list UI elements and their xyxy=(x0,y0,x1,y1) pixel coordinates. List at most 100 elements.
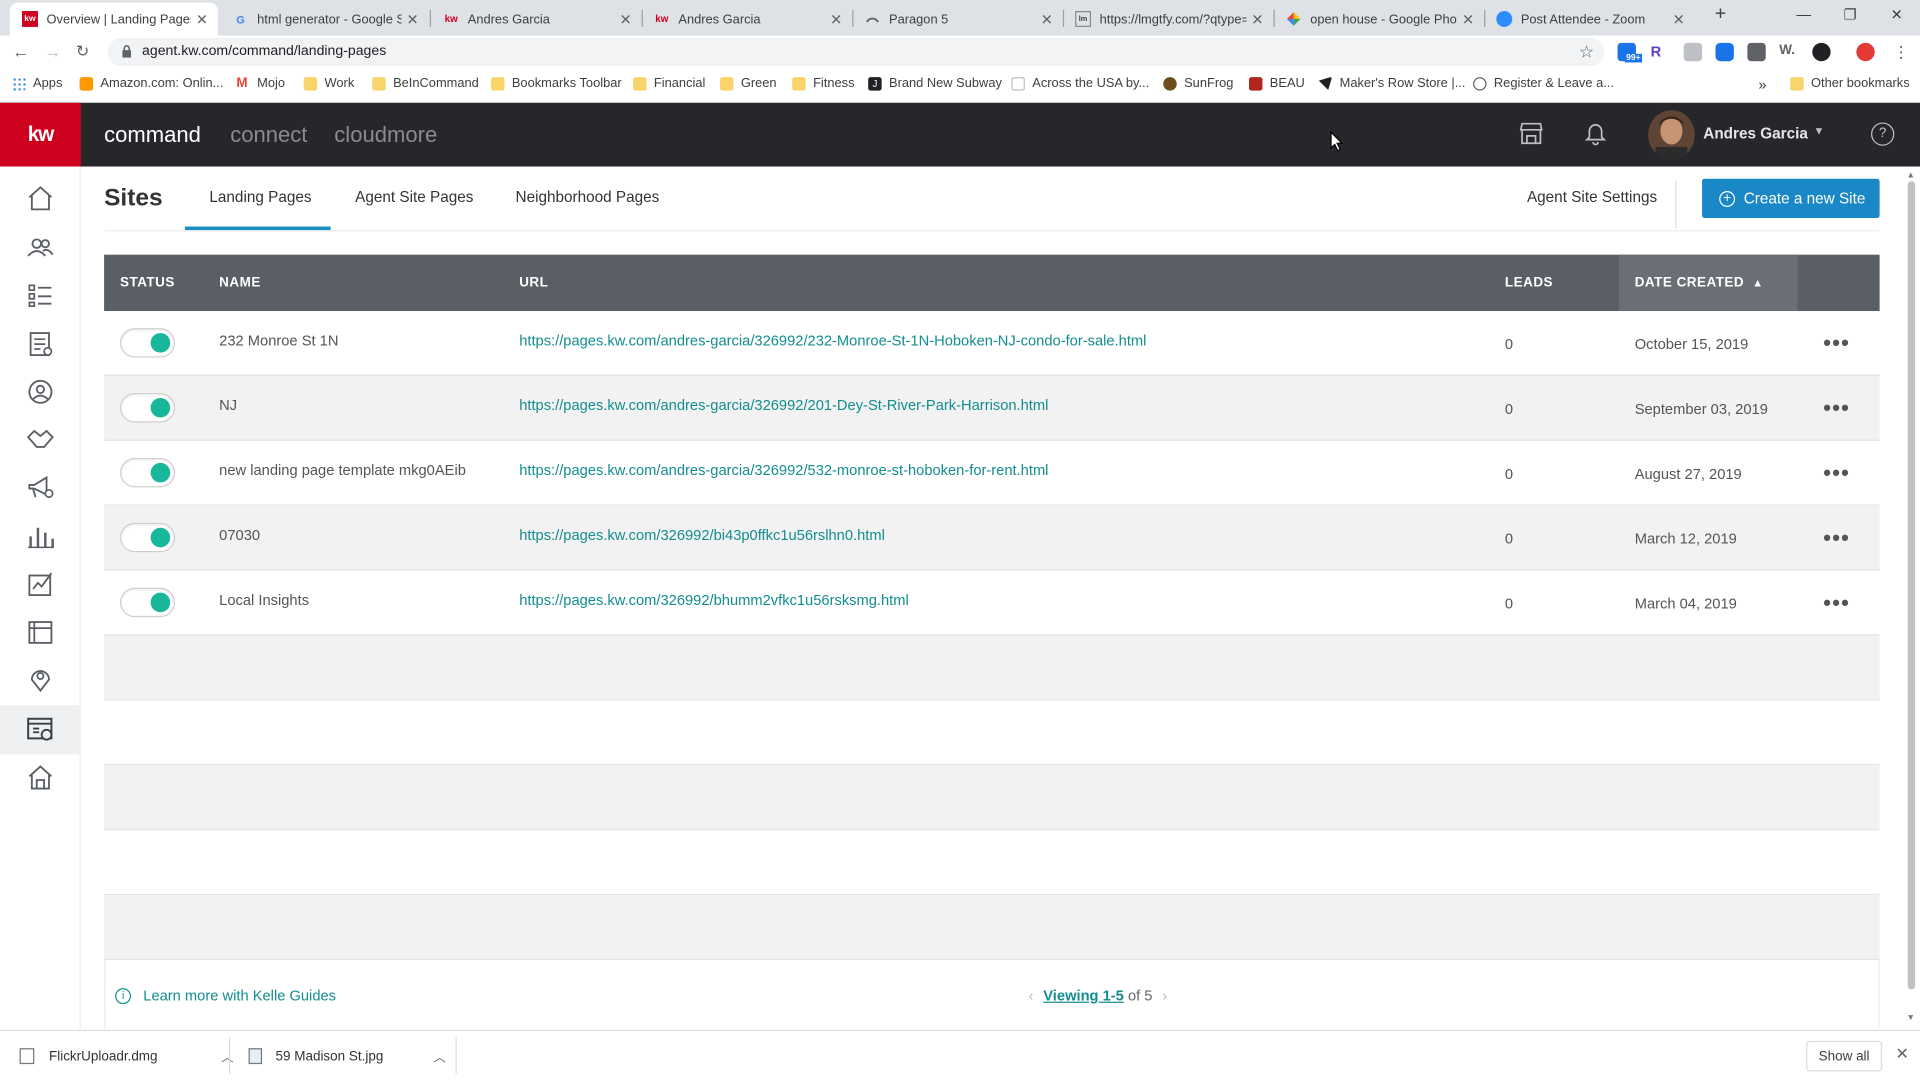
extension-icon[interactable] xyxy=(1812,42,1831,62)
close-tab-icon[interactable]: ✕ xyxy=(615,10,637,27)
sites-icon[interactable] xyxy=(26,715,55,744)
close-tab-icon[interactable]: ✕ xyxy=(1457,10,1479,27)
agent-profile-icon[interactable] xyxy=(26,377,55,406)
next-page-icon[interactable]: › xyxy=(1162,987,1167,1004)
browser-tab[interactable]: Paragon 5 ✕ xyxy=(852,2,1063,35)
row-menu-icon[interactable]: ••• xyxy=(1823,331,1850,357)
row-url-link[interactable]: https://pages.kw.com/andres-garcia/32699… xyxy=(519,332,1146,349)
bookmark-star-icon[interactable]: ☆ xyxy=(1579,38,1594,66)
close-tab-icon[interactable]: ✕ xyxy=(825,10,847,27)
download-item[interactable]: FlickrUploadr.dmg ︿ xyxy=(19,1047,234,1065)
browser-menu-icon[interactable]: ⋮ xyxy=(1893,43,1909,63)
bookmark-item[interactable]: J Brand New Subway xyxy=(868,76,1002,91)
browser-tab[interactable]: open house - Google Photo ✕ xyxy=(1273,2,1484,35)
map-pin-icon[interactable] xyxy=(26,665,55,694)
nav-command[interactable]: command xyxy=(104,122,201,148)
user-name[interactable]: Andres Garcia xyxy=(1703,125,1808,142)
forward-arrow-icon[interactable]: → xyxy=(44,42,61,62)
scrollbar-thumb[interactable] xyxy=(1907,181,1916,990)
row-url-link[interactable]: https://pages.kw.com/andres-garcia/32699… xyxy=(519,462,1048,479)
extension-icon[interactable] xyxy=(1715,42,1734,62)
w-extension-icon[interactable]: W. xyxy=(1779,43,1797,61)
status-toggle[interactable] xyxy=(120,393,176,423)
browser-tab[interactable]: kw Andres Garcia ✕ xyxy=(642,2,853,35)
row-menu-icon[interactable]: ••• xyxy=(1823,460,1850,486)
sort-ascending-icon[interactable]: ▲ xyxy=(1752,277,1763,289)
browser-tab[interactable]: lm https://lmgtfy.com/?qtype= ✕ xyxy=(1063,2,1274,35)
table-row[interactable]: new landing page template mkg0AEib https… xyxy=(104,441,1880,506)
bookmark-folder[interactable]: Bookmarks Toolbar xyxy=(491,76,622,91)
tab-landing-pages[interactable]: Landing Pages xyxy=(209,189,311,206)
column-header-name[interactable]: NAME xyxy=(219,276,261,291)
contacts-icon[interactable] xyxy=(26,233,55,262)
close-downloads-icon[interactable]: ✕ xyxy=(1896,1044,1909,1064)
bookmark-item[interactable]: BEAU xyxy=(1248,76,1305,91)
other-bookmarks-folder[interactable]: Other bookmarks xyxy=(1790,76,1910,91)
maximize-window-button[interactable]: ❐ xyxy=(1832,6,1869,23)
bookmark-item[interactable]: Amazon.com: Onlin... xyxy=(79,76,223,91)
bookmark-apps[interactable]: Apps xyxy=(12,76,62,91)
tasks-icon[interactable] xyxy=(26,280,55,309)
learn-more-link[interactable]: i Learn more with Kelle Guides xyxy=(115,987,336,1004)
column-header-url[interactable]: URL xyxy=(519,276,548,291)
status-toggle[interactable] xyxy=(120,328,176,358)
chevron-up-icon[interactable]: ︿ xyxy=(434,1047,446,1065)
scroll-up-icon[interactable]: ▲ xyxy=(1907,171,1915,180)
bookmark-item[interactable]: Across the USA by... xyxy=(1011,76,1149,91)
download-item[interactable]: 59 Madison St.jpg ︿ xyxy=(248,1047,446,1065)
chevron-up-icon[interactable]: ︿ xyxy=(221,1047,233,1065)
nav-cloudmore[interactable]: cloudmore xyxy=(334,122,437,148)
close-tab-icon[interactable]: ✕ xyxy=(1247,10,1269,27)
designs-icon[interactable] xyxy=(26,569,55,598)
help-icon[interactable]: ? xyxy=(1871,122,1895,146)
bookmark-folder[interactable]: BeInCommand xyxy=(372,76,479,91)
bookmark-item[interactable]: SunFrog xyxy=(1163,76,1233,91)
extension-icon[interactable] xyxy=(1856,42,1875,62)
bookmark-item[interactable]: Maker's Row Store |... xyxy=(1318,76,1465,91)
row-url-link[interactable]: https://pages.kw.com/326992/bhumm2vfkc1u… xyxy=(519,591,909,608)
back-arrow-icon[interactable]: ← xyxy=(12,42,29,62)
row-url-link[interactable]: https://pages.kw.com/andres-garcia/32699… xyxy=(519,397,1048,414)
notification-bell-icon[interactable] xyxy=(1584,122,1607,146)
close-tab-icon[interactable]: ✕ xyxy=(1036,10,1058,27)
address-bar[interactable]: agent.kw.com/command/landing-pages ☆ xyxy=(107,37,1605,67)
table-row[interactable]: NJ https://pages.kw.com/andres-garcia/32… xyxy=(104,375,1880,441)
r-extension-icon[interactable]: R xyxy=(1651,43,1669,61)
create-new-site-button[interactable]: + Create a new Site xyxy=(1702,178,1880,218)
minimize-window-button[interactable]: — xyxy=(1785,6,1822,23)
extension-icon[interactable]: 99+ xyxy=(1617,42,1642,63)
checklist-icon[interactable] xyxy=(26,329,55,358)
bookmark-folder[interactable]: Financial xyxy=(633,76,705,91)
bookmark-folder[interactable]: Green xyxy=(720,76,777,91)
megaphone-icon[interactable] xyxy=(26,473,55,502)
bookmark-folder[interactable]: Work xyxy=(303,76,354,91)
extension-icon[interactable] xyxy=(1683,42,1703,62)
bookmark-folder[interactable]: Fitness xyxy=(792,76,855,91)
status-toggle[interactable] xyxy=(120,522,176,553)
prev-page-icon[interactable]: ‹ xyxy=(1029,987,1034,1004)
browser-tab-active[interactable]: kw Overview | Landing Pages ✕ xyxy=(9,2,218,36)
row-url-link[interactable]: https://pages.kw.com/326992/bi43p0ffkc1u… xyxy=(519,527,885,544)
home-icon[interactable] xyxy=(26,184,55,213)
tab-agent-site-pages[interactable]: Agent Site Pages xyxy=(355,189,473,206)
close-tab-icon[interactable]: ✕ xyxy=(191,10,213,27)
show-all-downloads-button[interactable]: Show all xyxy=(1806,1040,1883,1072)
close-window-button[interactable]: ✕ xyxy=(1878,6,1915,23)
viewing-range-link[interactable]: Viewing 1-5 xyxy=(1043,987,1124,1004)
chevron-down-icon[interactable]: ▼ xyxy=(1813,125,1824,137)
close-tab-icon[interactable]: ✕ xyxy=(402,10,424,27)
table-row[interactable]: 07030 https://pages.kw.com/326992/bi43p0… xyxy=(104,505,1880,571)
scroll-down-icon[interactable]: ▼ xyxy=(1907,1014,1915,1023)
bookmark-item[interactable]: M Mojo xyxy=(236,76,285,91)
status-toggle[interactable] xyxy=(120,457,176,488)
bar-chart-icon[interactable] xyxy=(26,522,55,551)
agent-site-settings-link[interactable]: Agent Site Settings xyxy=(1527,189,1657,206)
column-header-leads[interactable]: LEADS xyxy=(1505,276,1553,291)
bookmark-item[interactable]: Register & Leave a... xyxy=(1473,76,1614,91)
kw-logo[interactable]: kw xyxy=(0,102,81,167)
column-header-date-created[interactable]: DATE CREATED xyxy=(1635,276,1744,291)
calendar-icon[interactable] xyxy=(26,617,55,646)
browser-tab[interactable]: G html generator - Google Se ✕ xyxy=(220,2,428,35)
row-menu-icon[interactable]: ••• xyxy=(1823,590,1850,616)
reload-icon[interactable]: ↻ xyxy=(76,42,89,62)
